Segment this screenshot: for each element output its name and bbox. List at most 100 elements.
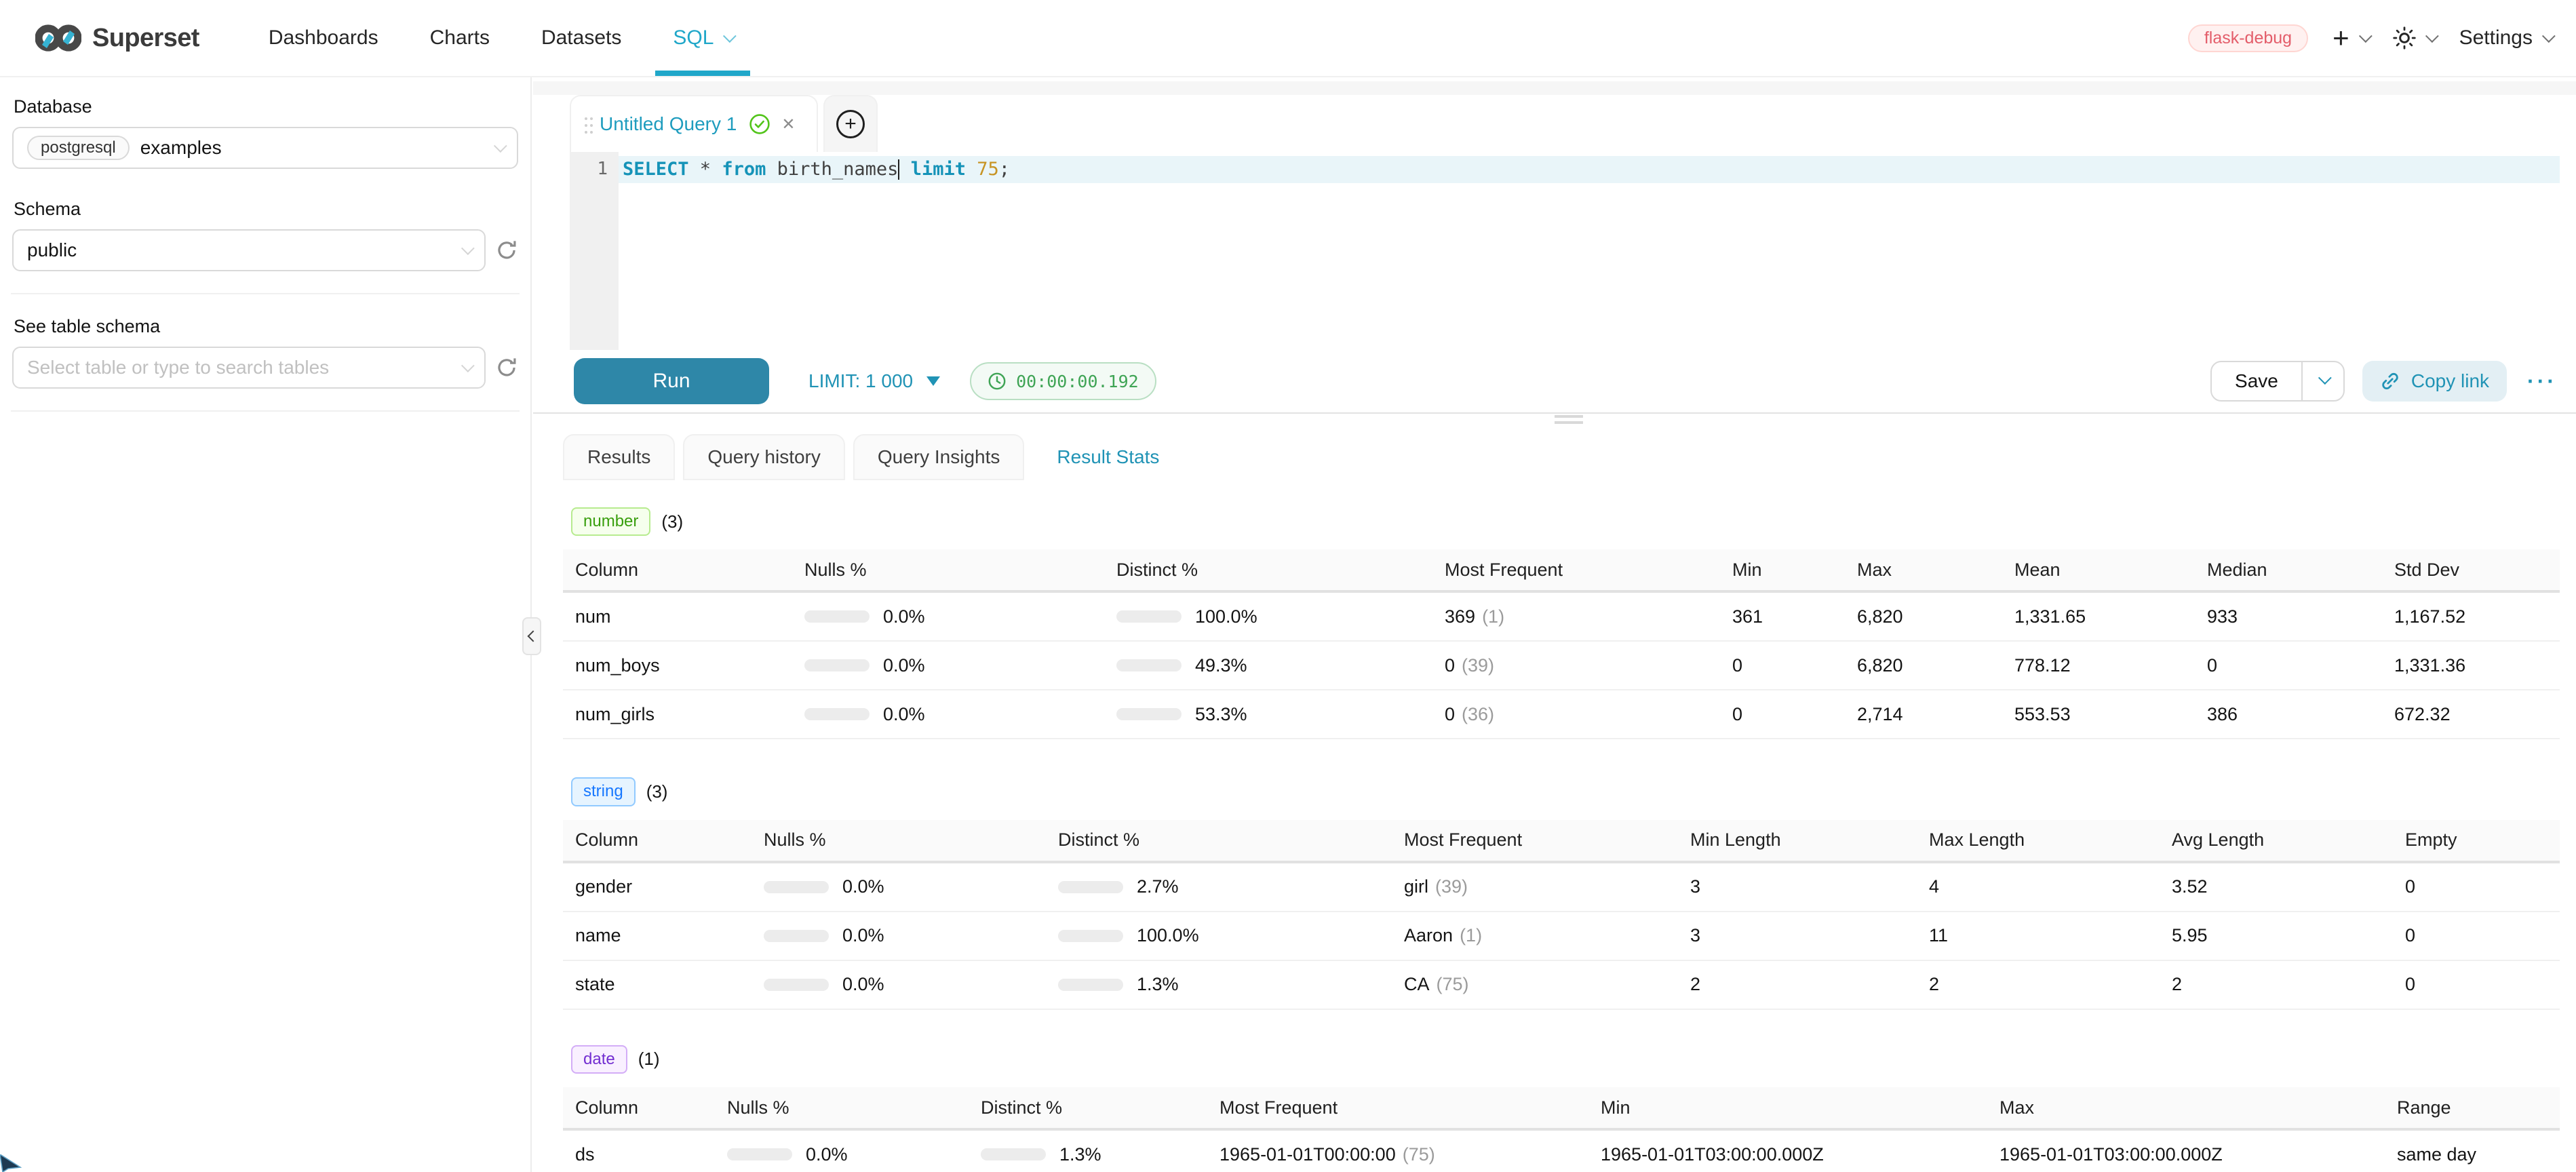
stat-value-cell: 2 — [2172, 974, 2405, 995]
nav-dashboards[interactable]: Dashboards — [243, 0, 404, 76]
new-query-tab-button[interactable]: + — [823, 95, 878, 152]
nulls-pct-cell: 0.0% — [764, 925, 1058, 946]
distinct-bar — [1116, 659, 1182, 671]
stat-value-cell: 5.95 — [2172, 925, 2405, 946]
sidebar-divider — [11, 293, 520, 294]
query-timer-badge: 00:00:00.192 — [970, 362, 1156, 400]
distinct-pct-label: 1.3% — [1137, 974, 1179, 995]
settings-menu[interactable]: Settings — [2459, 26, 2552, 50]
stat-value-cell: 553.53 — [2014, 704, 2207, 725]
nav-sql[interactable]: SQL — [647, 0, 758, 76]
nulls-bar — [727, 1148, 792, 1160]
table-row: state0.0%1.3%CA(75)2220 — [563, 961, 2560, 1010]
nav-datasets[interactable]: Datasets — [515, 0, 647, 76]
clock-icon — [988, 372, 1007, 391]
query-tab[interactable]: Untitled Query 1 ✕ — [570, 95, 818, 152]
most-frequent-value: 0 — [1445, 655, 1455, 676]
schema-select[interactable]: public — [12, 229, 486, 271]
top-navbar: Superset Dashboards Charts Datasets SQL … — [0, 0, 2576, 77]
tab-result-stats[interactable]: Result Stats — [1032, 434, 1184, 480]
table-header-row: ColumnNulls %Distinct %Most FrequentMin … — [563, 820, 2560, 863]
nulls-bar — [804, 708, 870, 720]
table-row: ds0.0%1.3%1965-01-01T00:00:00(75)1965-01… — [563, 1131, 2560, 1172]
column-header: Min — [1732, 560, 1857, 581]
stat-value-cell: 0 — [2405, 925, 2558, 946]
column-header: Most Frequent — [1404, 829, 1690, 851]
column-header: Min — [1601, 1097, 1999, 1118]
nulls-bar — [804, 610, 870, 623]
distinct-bar — [1058, 979, 1123, 991]
most-frequent-value: 0 — [1445, 704, 1455, 725]
close-tab-icon[interactable]: ✕ — [781, 115, 795, 134]
limit-dropdown[interactable]: LIMIT: 1 000 — [808, 370, 940, 392]
most-frequent-value: CA — [1404, 974, 1430, 995]
stat-value-cell: 1,167.52 — [2394, 606, 2558, 627]
distinct-bar — [1116, 610, 1182, 623]
distinct-pct-cell: 100.0% — [1058, 925, 1404, 946]
column-name-cell: num_girls — [563, 704, 804, 725]
superset-logo[interactable]: Superset — [35, 23, 199, 53]
save-options-button[interactable] — [2301, 362, 2343, 400]
nulls-pct-cell: 0.0% — [764, 974, 1058, 995]
sidebar-collapse-button[interactable] — [522, 617, 541, 655]
nav-charts[interactable]: Charts — [404, 0, 515, 76]
run-button[interactable]: Run — [574, 358, 769, 404]
column-header: Max — [1857, 560, 2014, 581]
column-name-cell: num — [563, 606, 804, 627]
table-select[interactable]: Select table or type to search tables — [12, 347, 486, 389]
sql-token: ; — [999, 159, 1010, 180]
link-icon — [2380, 371, 2400, 391]
chevron-down-icon — [2542, 29, 2556, 43]
distinct-bar — [1058, 881, 1123, 893]
most-frequent-value: girl — [1404, 876, 1428, 897]
refresh-schemas-icon[interactable] — [495, 239, 518, 262]
distinct-pct-cell: 49.3% — [1116, 655, 1445, 676]
tab-results[interactable]: Results — [563, 434, 675, 480]
database-label: Database — [14, 96, 518, 117]
save-button[interactable]: Save — [2212, 362, 2301, 400]
sql-lab-sidebar: Database postgresql examples Schema publ… — [0, 77, 532, 1172]
results-tabbar: Results Query history Query Insights Res… — [563, 434, 2560, 480]
distinct-pct-label: 49.3% — [1195, 655, 1247, 676]
most-frequent-count: (39) — [1435, 876, 1468, 897]
query-tabbar: Untitled Query 1 ✕ + — [570, 95, 2560, 152]
column-header: Distinct % — [1116, 560, 1445, 581]
pane-resize-handle[interactable] — [1555, 415, 1583, 427]
sql-token: birth_names — [766, 159, 898, 180]
column-header: Min Length — [1690, 829, 1929, 851]
stats-section-number: number(3)ColumnNulls %Distinct %Most Fre… — [563, 507, 2560, 739]
stat-value-cell: 0 — [1732, 655, 1857, 676]
most-frequent-cell: 1965-01-01T00:00:00(75) — [1219, 1144, 1601, 1165]
nulls-pct-label: 0.0% — [883, 704, 925, 725]
tab-query-history[interactable]: Query history — [683, 434, 845, 480]
column-header: Most Frequent — [1445, 560, 1732, 581]
query-tab-title: Untitled Query 1 — [600, 113, 737, 135]
drag-handle-icon[interactable] — [585, 117, 587, 120]
new-item-button[interactable]: + — [2333, 24, 2368, 52]
sidebar-divider — [11, 410, 520, 412]
stat-value-cell: 672.32 — [2394, 704, 2558, 725]
chevron-down-icon — [494, 139, 507, 153]
database-select[interactable]: postgresql examples — [12, 127, 518, 169]
column-header: Median — [2207, 560, 2394, 581]
column-header: Column — [563, 829, 764, 851]
sql-code-editor[interactable]: 1 SELECT * from birth_names limit 75; — [570, 152, 2560, 350]
elapsed-time: 00:00:00.192 — [1016, 372, 1139, 391]
tab-query-insights[interactable]: Query Insights — [853, 434, 1025, 480]
plus-circle-icon: + — [836, 110, 865, 138]
nulls-pct-label: 0.0% — [842, 876, 884, 897]
more-actions-button[interactable]: ··· — [2524, 369, 2560, 394]
nulls-bar — [764, 930, 829, 942]
stat-value-cell: 1,331.65 — [2014, 606, 2207, 627]
schema-value: public — [27, 239, 77, 261]
refresh-tables-icon[interactable] — [495, 356, 518, 379]
copy-link-button[interactable]: Copy link — [2362, 361, 2507, 402]
most-frequent-count: (1) — [1482, 606, 1504, 627]
nulls-pct-label: 0.0% — [842, 925, 884, 946]
nulls-bar — [764, 881, 829, 893]
theme-toggle-button[interactable] — [2393, 26, 2435, 50]
caret-down-icon — [926, 376, 940, 386]
stat-value-cell: 1,331.36 — [2394, 655, 2558, 676]
nulls-pct-label: 0.0% — [883, 606, 925, 627]
type-tag-row: date(1) — [571, 1045, 2560, 1074]
